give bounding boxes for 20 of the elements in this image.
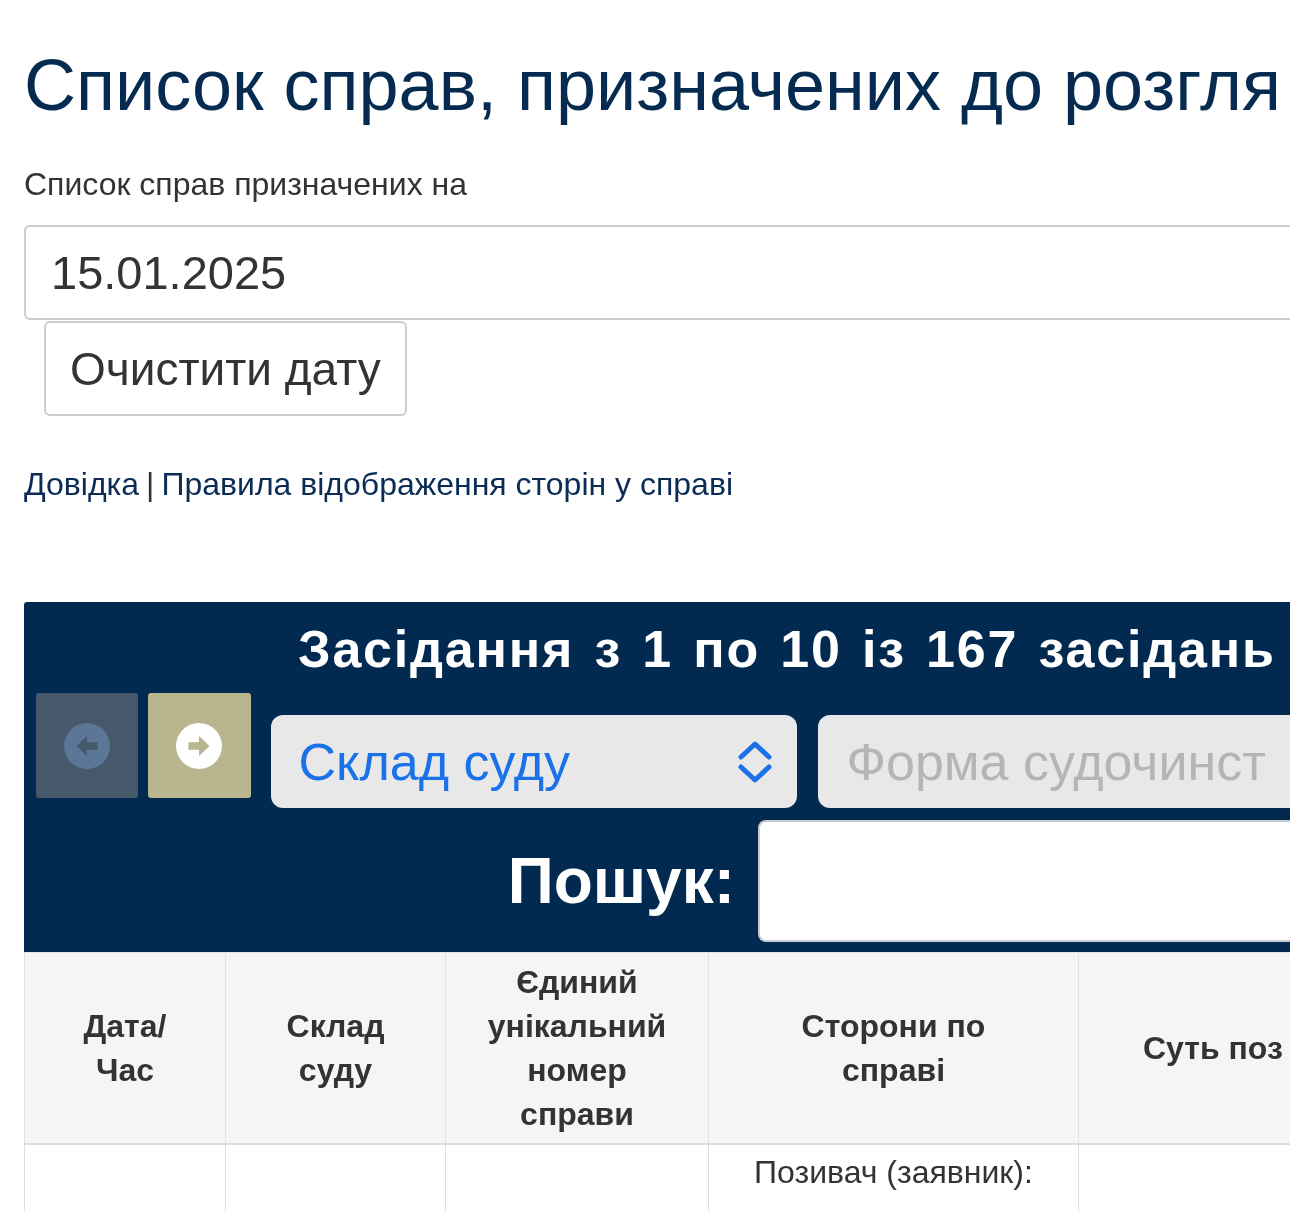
left-arrow-circle-icon [64, 722, 111, 769]
date-label: Список справ призначених на [24, 166, 467, 202]
next-page-button[interactable] [148, 693, 251, 798]
column-header: Суть поз [1078, 952, 1290, 1144]
column-header: Єдиний унікальний номер справи [445, 952, 709, 1144]
right-arrow-circle-icon [176, 722, 223, 769]
column-header: Склад суду [225, 952, 446, 1144]
up-down-chevron-icon [737, 739, 774, 784]
column-header: Дата/ Час [24, 952, 226, 1144]
court-composition-select[interactable]: Склад суду [270, 715, 798, 808]
clear-date-button[interactable]: Очистити дату [44, 321, 407, 416]
help-link[interactable]: Довідка [24, 466, 140, 502]
search-label: Пошук: [507, 844, 735, 918]
date-field[interactable]: 15.01.2025 [24, 225, 1290, 320]
rules-link[interactable]: Правила відображення сторін у справі [161, 466, 733, 502]
column-header: Сторони по справі [708, 952, 1079, 1144]
search-field[interactable] [758, 820, 1290, 942]
page-title: Список справ, призначених до розгля [24, 44, 1281, 127]
sessions-count-title: Засідання з 1 по 10 із 167 засідань [297, 619, 1276, 680]
link-separator: | [146, 466, 155, 502]
